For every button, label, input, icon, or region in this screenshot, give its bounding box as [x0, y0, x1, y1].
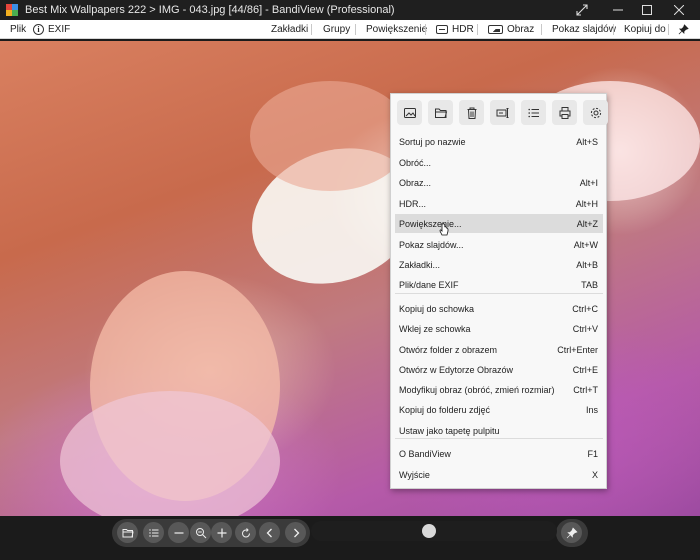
list-icon[interactable] — [521, 100, 546, 125]
context-menu-item[interactable]: Wklej ze schowka Ctrl+V — [395, 319, 603, 338]
menu-item-shortcut: Alt+I — [579, 177, 598, 188]
context-menu-item[interactable]: Pokaz slajdów... Alt+W — [395, 235, 603, 254]
menu-item-shortcut: Ctrl+V — [572, 323, 598, 334]
context-menu-item[interactable]: Plik/dane EXIF TAB — [395, 275, 603, 294]
image-icon[interactable] — [397, 100, 422, 125]
menu-plik[interactable]: Plik — [10, 20, 26, 39]
context-menu-item[interactable]: O BandiView F1 — [395, 444, 603, 463]
menu-item-shortcut: Alt+S — [576, 136, 598, 147]
window-title: Best Mix Wallpapers 222 > IMG - 043.jpg … — [25, 4, 395, 16]
menu-obraz[interactable]: Obraz — [488, 20, 534, 39]
menu-powiekszenie[interactable]: Powiększenie — [366, 20, 427, 39]
hdr-icon — [436, 25, 448, 34]
zoom-in-icon[interactable] — [211, 522, 232, 543]
menu-item-label: Zakładki... — [399, 259, 441, 270]
context-menu-item[interactable]: Otwórz folder z obrazem Ctrl+Enter — [395, 340, 603, 359]
menu-item-label: Kopiuj do folderu zdjęć — [399, 404, 491, 415]
menu-bar: Plik i EXIF Zakładki Grupy Powiększenie H… — [0, 20, 700, 39]
bandiview-app-icon — [6, 4, 18, 16]
zoom-out-icon[interactable] — [168, 522, 189, 543]
context-menu-item[interactable]: Wyjście X — [395, 465, 603, 484]
menu-item-label: Pokaz slajdów... — [399, 239, 464, 250]
menu-item-shortcut: F1 — [587, 448, 598, 459]
context-menu-item[interactable]: Kopiuj do schowka Ctrl+C — [395, 299, 603, 318]
image-icon — [488, 25, 503, 34]
trash-icon[interactable] — [459, 100, 484, 125]
menu-item-shortcut: Ctrl+C — [572, 303, 598, 314]
context-toolbar — [397, 100, 608, 125]
menu-item-shortcut: TAB — [581, 279, 598, 290]
menu-item-label: Wklej ze schowka — [399, 323, 471, 334]
fullscreen-icon[interactable] — [565, 0, 599, 20]
menu-item-label: Wyjście — [399, 469, 430, 480]
context-menu-item[interactable]: Zakładki... Alt+B — [395, 255, 603, 274]
hand-cursor-icon — [439, 223, 449, 236]
info-icon: i — [33, 24, 44, 35]
context-menu-item[interactable]: Sortuj po nazwie Alt+S — [395, 132, 603, 151]
menu-item-label: Sortuj po nazwie — [399, 136, 466, 147]
maximize-button[interactable] — [630, 0, 664, 20]
menu-item-label: Powiększenie... — [399, 218, 462, 229]
context-menu-item[interactable]: Powiększenie... Alt+Z — [395, 214, 603, 233]
prev-icon[interactable] — [259, 522, 280, 543]
menu-item-label: Plik/dane EXIF — [399, 279, 459, 290]
menu-item-shortcut: Ctrl+Enter — [557, 344, 598, 355]
context-menu-item[interactable]: HDR... Alt+H — [395, 194, 603, 213]
menu-separator — [395, 438, 603, 439]
menu-kopiuj-do[interactable]: Kopiuj do — [624, 20, 666, 39]
menu-item-label: Kopiuj do schowka — [399, 303, 475, 314]
list-icon[interactable] — [143, 522, 164, 543]
context-menu-item[interactable]: Obraz... Alt+I — [395, 173, 603, 192]
context-menu-item[interactable]: Kopiuj do folderu zdjęć Ins — [395, 400, 603, 419]
menu-item-shortcut: Alt+B — [576, 259, 598, 270]
menu-item-label: Modyfikuj obraz (obróć, zmień rozmiar) — [399, 384, 555, 395]
menu-item-shortcut: Ctrl+E — [572, 364, 598, 375]
menu-item-label: Obraz... — [399, 177, 432, 188]
menu-item-shortcut: X — [591, 469, 598, 480]
menu-item-label: Otwórz w Edytorze Obrazów — [399, 364, 514, 375]
menu-hdr[interactable]: HDR — [436, 20, 474, 39]
menu-zakladki[interactable]: Zakładki — [271, 20, 308, 39]
pin-icon[interactable] — [561, 522, 582, 543]
menu-pokaz-slajdow[interactable]: Pokaz slajdów — [552, 20, 616, 39]
gear-icon[interactable] — [583, 100, 608, 125]
menu-item-label: Otwórz folder z obrazem — [399, 344, 498, 355]
menu-item-label: Ustaw jako tapetę pulpitu — [399, 425, 500, 436]
close-button[interactable] — [662, 0, 696, 20]
menu-item-label: Obróć... — [399, 157, 432, 168]
rename-icon[interactable] — [490, 100, 515, 125]
next-icon[interactable] — [285, 522, 306, 543]
menu-item-shortcut: Ctrl+T — [573, 384, 598, 395]
menu-exif[interactable]: i EXIF — [33, 20, 70, 39]
menu-item-shortcut: Alt+Z — [576, 218, 598, 229]
print-icon[interactable] — [552, 100, 577, 125]
menu-item-shortcut: Alt+W — [573, 239, 598, 250]
folder-open-icon[interactable] — [428, 100, 453, 125]
zoom-fit-icon[interactable] — [190, 522, 211, 543]
pin-icon[interactable] — [678, 20, 689, 39]
title-bar: Best Mix Wallpapers 222 > IMG - 043.jpg … — [0, 0, 700, 20]
menu-item-label: O BandiView — [399, 448, 451, 459]
rotate-icon[interactable] — [235, 522, 256, 543]
menu-item-shortcut: Alt+H — [575, 198, 598, 209]
menu-grupy[interactable]: Grupy — [323, 20, 350, 39]
menu-item-label: HDR... — [399, 198, 426, 209]
context-menu-item[interactable]: Obróć... — [395, 153, 603, 172]
context-menu: Sortuj po nazwie Alt+S Obróć... Obraz... Alt… — [390, 93, 608, 489]
context-menu-item[interactable]: Modyfikuj obraz (obróć, zmień rozmiar) Ct… — [395, 380, 603, 399]
context-menu-item[interactable]: Otwórz w Edytorze Obrazów Ctrl+E — [395, 360, 603, 379]
menu-item-shortcut: Ins — [585, 404, 598, 415]
folder-open-icon[interactable] — [117, 522, 138, 543]
menu-separator — [395, 293, 603, 294]
